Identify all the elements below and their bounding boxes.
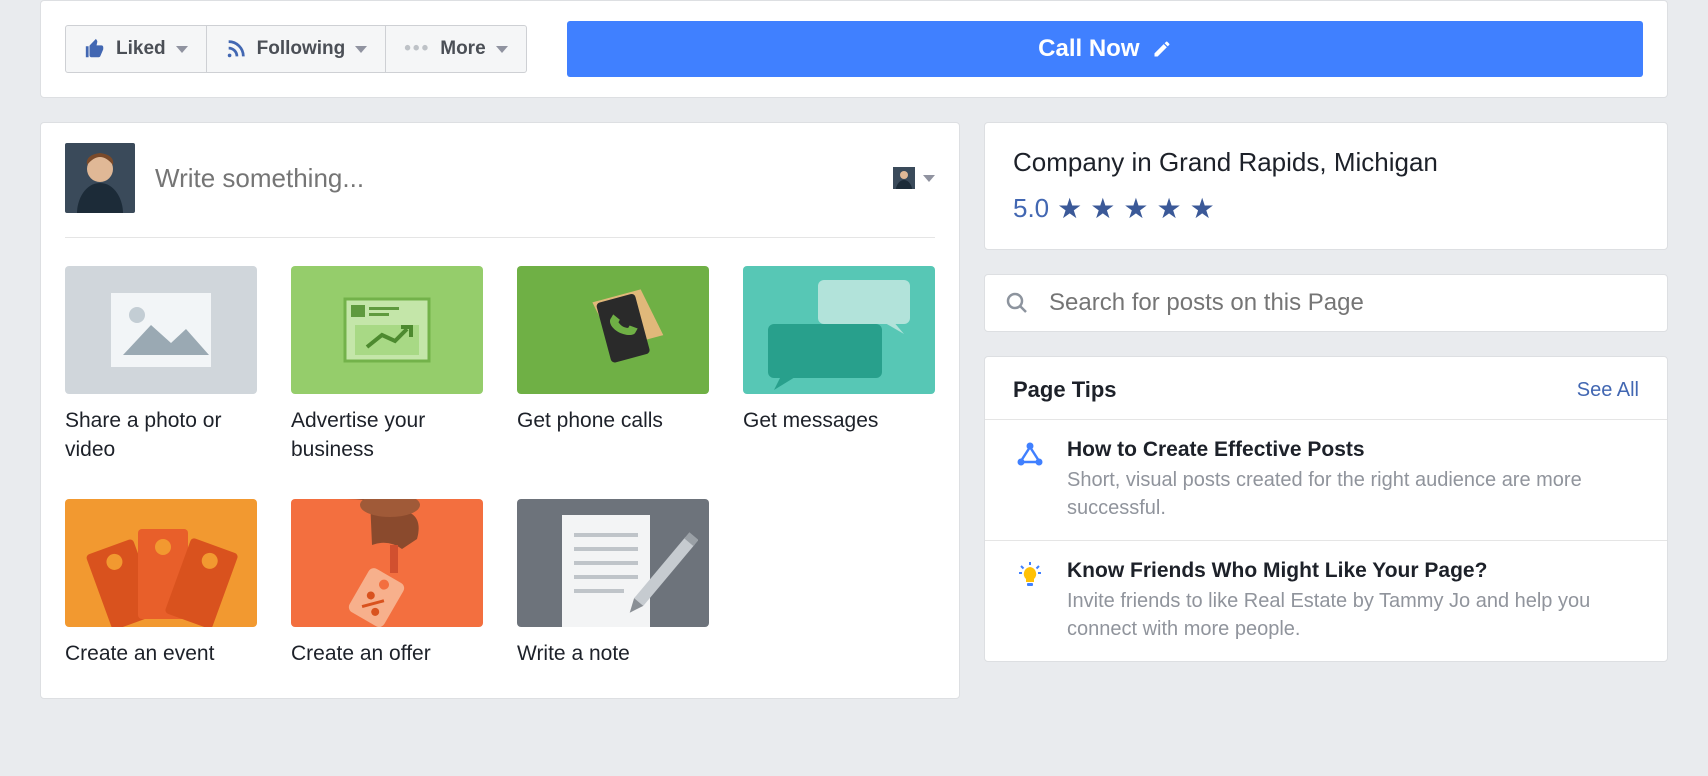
tip-desc: Short, visual posts created for the righ… — [1067, 466, 1639, 522]
avatar — [65, 143, 135, 213]
composer-row — [65, 143, 935, 238]
chart-window-icon — [291, 266, 483, 394]
chevron-down-icon — [923, 175, 935, 182]
tile-label: Share a photo or video — [65, 406, 257, 465]
search-icon — [1005, 291, 1029, 315]
tile-get-messages[interactable]: Get messages — [743, 266, 935, 465]
rating-value: 5.0 — [1013, 193, 1049, 224]
star-icon: ★ — [1057, 192, 1082, 225]
tip-item[interactable]: How to Create Effective Posts Short, vis… — [985, 419, 1667, 540]
see-all-link[interactable]: See All — [1577, 379, 1639, 402]
tile-get-phone-calls[interactable]: Get phone calls — [517, 266, 709, 465]
tile-write-note[interactable]: Write a note — [517, 499, 709, 668]
star-icon: ★ — [1123, 192, 1148, 225]
star-icon: ★ — [1156, 192, 1181, 225]
ellipsis-icon: ••• — [404, 38, 430, 60]
price-tag-icon — [291, 499, 483, 627]
tickets-icon — [65, 499, 257, 627]
page-search-input[interactable] — [1049, 289, 1647, 317]
page-action-button-group: Liked Following ••• More — [65, 25, 527, 73]
note-pencil-icon — [517, 499, 709, 627]
tile-label: Advertise your business — [291, 406, 483, 465]
chevron-down-icon — [176, 46, 188, 53]
share-nodes-icon — [1013, 438, 1047, 522]
tip-title: Know Friends Who Might Like Your Page? — [1067, 559, 1639, 583]
tile-label: Create an event — [65, 639, 257, 668]
photo-icon — [65, 266, 257, 394]
thumbs-up-icon — [84, 38, 106, 60]
tile-create-offer[interactable]: Create an offer — [291, 499, 483, 668]
page-search-card — [984, 274, 1668, 332]
composer-tiles: Share a photo or video Advertise your bu… — [65, 238, 935, 678]
business-category: Company in Grand Rapids, Michigan — [1013, 147, 1639, 178]
page-tips-heading: Page Tips — [1013, 377, 1117, 403]
pencil-icon — [1152, 39, 1172, 59]
star-icon: ★ — [1190, 192, 1215, 225]
business-info-card: Company in Grand Rapids, Michigan 5.0 ★ … — [984, 122, 1668, 250]
tip-desc: Invite friends to like Real Estate by Ta… — [1067, 587, 1639, 643]
more-label: More — [440, 38, 485, 60]
tip-item[interactable]: Know Friends Who Might Like Your Page? I… — [985, 540, 1667, 661]
more-button[interactable]: ••• More — [385, 25, 526, 73]
call-now-button[interactable]: Call Now — [567, 21, 1643, 77]
following-button[interactable]: Following — [206, 25, 387, 73]
rating-row[interactable]: 5.0 ★ ★ ★ ★ ★ — [1013, 192, 1639, 225]
tip-title: How to Create Effective Posts — [1067, 438, 1639, 462]
page-tips-header: Page Tips See All — [985, 357, 1667, 419]
tile-advertise-business[interactable]: Advertise your business — [291, 266, 483, 465]
avatar-small — [893, 167, 915, 189]
rss-icon — [225, 38, 247, 60]
chevron-down-icon — [496, 46, 508, 53]
lightbulb-icon — [1013, 559, 1047, 643]
composer-card: Share a photo or video Advertise your bu… — [40, 122, 960, 699]
composer-audience-selector[interactable] — [893, 167, 935, 189]
page-tips-card: Page Tips See All How to Create Effectiv… — [984, 356, 1668, 662]
tile-create-event[interactable]: Create an event — [65, 499, 257, 668]
chevron-down-icon — [355, 46, 367, 53]
tile-share-photo-video[interactable]: Share a photo or video — [65, 266, 257, 465]
tip-body: Know Friends Who Might Like Your Page? I… — [1067, 559, 1639, 643]
tile-label: Create an offer — [291, 639, 483, 668]
tile-label: Get phone calls — [517, 406, 709, 435]
star-icon: ★ — [1090, 192, 1115, 225]
chat-bubbles-icon — [743, 266, 935, 394]
page-header-toolbar: Liked Following ••• More Call Now — [40, 0, 1668, 98]
liked-button[interactable]: Liked — [65, 25, 207, 73]
cta-label: Call Now — [1038, 35, 1139, 63]
following-label: Following — [257, 38, 346, 60]
tile-label: Get messages — [743, 406, 935, 435]
liked-label: Liked — [116, 38, 166, 60]
composer-input[interactable] — [155, 163, 873, 194]
phone-in-hand-icon — [517, 266, 709, 394]
tip-body: How to Create Effective Posts Short, vis… — [1067, 438, 1639, 522]
tile-label: Write a note — [517, 639, 709, 668]
